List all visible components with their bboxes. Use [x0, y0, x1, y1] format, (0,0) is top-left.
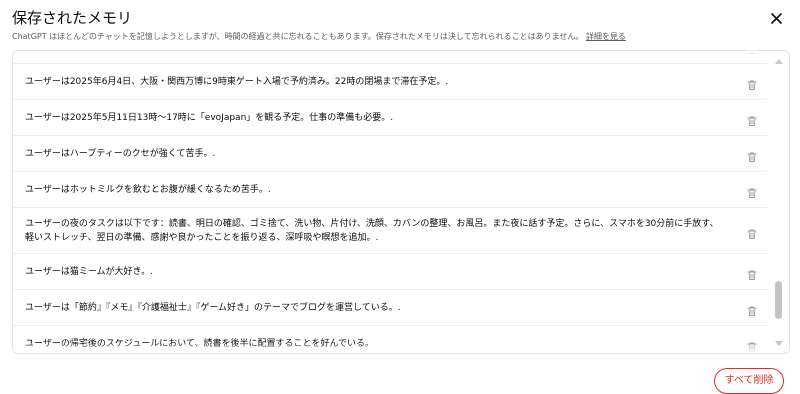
memory-text: ユーザーは猫ミームが大好き。.: [25, 266, 153, 277]
description-text: ChatGPT はほとんどのチャットを記憶しようとしますが、時間の経過と共に忘れ…: [12, 32, 584, 41]
close-icon: [770, 12, 782, 24]
memory-row: ユーザーは猫ミームが大好き。.: [13, 254, 767, 290]
memory-text: ユーザーはハーブティーのクセが強くて苦手。.: [25, 148, 216, 159]
memory-row: ユーザーは2025年6月4日、大阪・関西万博に9時東ゲート入場で予約済み。22時…: [13, 64, 767, 100]
scroll-up-arrow-icon[interactable]: [775, 59, 783, 64]
trash-icon: [747, 116, 757, 126]
memory-text: ユーザーは2025年6月4日、大阪・関西万博に9時東ゲート入場で予約済み。22時…: [25, 76, 449, 87]
dialog-description: ChatGPT はほとんどのチャットを記憶しようとしますが、時間の経過と共に忘れ…: [12, 31, 626, 42]
delete-memory-button[interactable]: [746, 76, 758, 90]
list-bottom-fade: [13, 343, 767, 353]
delete-memory-button[interactable]: [746, 266, 758, 280]
memory-rows: ユーザーは家計管理に「OsidOri」を使用しており、レシート記録やクレジットカ…: [13, 51, 767, 353]
trash-icon: [747, 188, 757, 198]
trash-icon: [747, 152, 757, 162]
scrollbar-thumb[interactable]: [775, 281, 782, 319]
trash-icon: [747, 229, 757, 239]
trash-icon: [747, 80, 757, 90]
memory-row: ユーザーは「節約』『メモ』『介護福祉士』『ゲーム好き」のテーマでブログを運営して…: [13, 290, 767, 326]
delete-memory-button[interactable]: [746, 148, 758, 162]
saved-memories-dialog: 保存されたメモリ ChatGPT はほとんどのチャットを記憶しようとしますが、時…: [0, 0, 800, 394]
memory-text: ユーザーは2025年5月11日13時〜17時に「evoJapan」を観る予定。仕…: [25, 112, 394, 123]
dialog-title: 保存されたメモリ: [12, 9, 133, 27]
delete-memory-button[interactable]: [746, 302, 758, 316]
trash-icon: [747, 306, 757, 316]
memory-row: ユーザーはハーブティーのクセが強くて苦手。.: [13, 136, 767, 172]
memory-text: ユーザーの夜のタスクは以下です：読書、明日の確認、ゴミ捨て、洗い物、片付け、洗顔…: [25, 218, 719, 243]
delete-memory-button[interactable]: [746, 225, 758, 239]
delete-all-button[interactable]: すべて削除: [714, 368, 784, 394]
learn-more-link[interactable]: 詳細を見る: [586, 32, 626, 41]
memory-list: ユーザーは家計管理に「OsidOri」を使用しており、レシート記録やクレジットカ…: [12, 50, 790, 354]
trash-icon: [747, 270, 757, 280]
delete-memory-button[interactable]: [746, 184, 758, 198]
delete-memory-button[interactable]: [746, 112, 758, 126]
memory-row: ユーザーの夜のタスクは以下です：読書、明日の確認、ゴミ捨て、洗い物、片付け、洗顔…: [13, 208, 767, 254]
memory-text: ユーザーは「節約』『メモ』『介護福祉士』『ゲーム好き」のテーマでブログを運営して…: [25, 302, 401, 313]
memory-text: ユーザーはホットミルクを飲むとお腹が緩くなるため苦手。.: [25, 184, 271, 195]
memory-row: ユーザーは2025年5月11日13時〜17時に「evoJapan」を観る予定。仕…: [13, 100, 767, 136]
memory-list-scrollbar[interactable]: [770, 51, 788, 353]
close-button[interactable]: [767, 9, 785, 27]
list-top-fade: [13, 51, 767, 61]
memory-row: ユーザーはホットミルクを飲むとお腹が緩くなるため苦手。.: [13, 172, 767, 208]
scroll-down-arrow-icon[interactable]: [775, 341, 783, 346]
